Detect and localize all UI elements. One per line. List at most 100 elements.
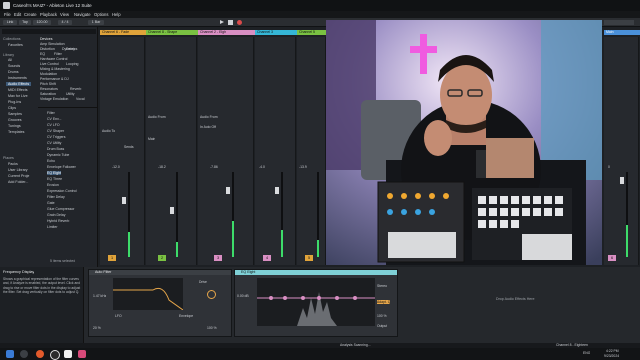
volume-readout[interactable]: 0: [608, 165, 610, 169]
list-item-selected[interactable]: EQ Eight: [47, 171, 62, 175]
volume-readout[interactable]: -13.9: [299, 165, 307, 169]
menu-edit[interactable]: Edit: [14, 11, 21, 18]
category-item[interactable]: Looping: [66, 62, 78, 66]
sidebar-item-user-library[interactable]: User Library: [8, 168, 28, 172]
sidebar-item-max-for-live[interactable]: Max for Live: [8, 94, 28, 98]
track-number[interactable]: 3: [214, 255, 222, 261]
sidebar-item-favorites[interactable]: Favorites: [8, 43, 23, 47]
sidebar-item-clips[interactable]: Clips: [8, 106, 16, 110]
filter-display[interactable]: [113, 278, 183, 310]
list-item[interactable]: CV Shaper: [47, 129, 64, 133]
menu-navigate[interactable]: Navigate: [74, 11, 91, 18]
category-item[interactable]: Dynamics: [62, 47, 77, 51]
menu-options[interactable]: Options: [94, 11, 108, 18]
play-icon[interactable]: [220, 20, 224, 24]
frequency-readout[interactable]: 1.47 kHz: [93, 294, 106, 298]
scale-readout[interactable]: 100 %: [377, 314, 387, 318]
menu-file[interactable]: File: [4, 11, 11, 18]
category-item[interactable]: Filter: [54, 52, 62, 56]
track-header-3[interactable]: Channel 2 - Elgh: [198, 30, 255, 35]
list-item[interactable]: Filter: [47, 111, 55, 115]
list-item[interactable]: Gate: [47, 201, 55, 205]
drive-knob[interactable]: [207, 290, 216, 299]
time-signature[interactable]: 4 / 4: [58, 20, 72, 25]
sidebar-item-tunings[interactable]: Tunings: [8, 124, 21, 128]
volume-fader[interactable]: [275, 187, 279, 194]
monitor-label[interactable]: In Auto Off: [200, 125, 216, 129]
browser-search-input[interactable]: [2, 29, 96, 34]
stop-icon[interactable]: [228, 20, 233, 25]
quantize-menu[interactable]: 1 Bar: [88, 20, 104, 25]
track-number[interactable]: 1: [108, 255, 116, 261]
list-item[interactable]: CV LFO: [47, 123, 60, 127]
category-item[interactable]: Distortion: [40, 47, 55, 51]
category-devices[interactable]: Devices: [40, 37, 52, 41]
category-item[interactable]: Pitch Shift: [40, 82, 56, 86]
track-number[interactable]: 5: [305, 255, 313, 261]
track-header-1[interactable]: Channel 6 - Fade: [100, 30, 146, 35]
browser-icon[interactable]: [36, 350, 44, 358]
menu-playback[interactable]: Playback: [40, 11, 57, 18]
category-item[interactable]: Amp Simulation: [40, 42, 65, 46]
sidebar-item-drums[interactable]: Drums: [8, 70, 19, 74]
track-number[interactable]: 6: [608, 255, 616, 261]
tempo-field[interactable]: 120.00: [33, 20, 51, 25]
sidebar-item-add-folder[interactable]: Add Folder...: [8, 180, 28, 184]
volume-readout[interactable]: -4.0: [259, 165, 265, 169]
sidebar-item-all[interactable]: All: [8, 58, 12, 62]
search-icon[interactable]: [20, 350, 28, 358]
volume-fader[interactable]: [620, 177, 624, 184]
obs-icon[interactable]: [50, 350, 60, 360]
sidebar-item-instruments[interactable]: Instruments: [8, 76, 27, 80]
start-icon[interactable]: [6, 350, 14, 358]
volume-fader[interactable]: [170, 207, 174, 214]
list-item[interactable]: Envelope Follower: [47, 165, 76, 169]
track-number[interactable]: 2: [158, 255, 166, 261]
clock-date[interactable]: 9/23/2024: [604, 354, 619, 358]
category-item[interactable]: Utility: [66, 92, 75, 96]
list-item[interactable]: Dynamic Tube: [47, 153, 69, 157]
list-item[interactable]: Glue Compressor: [47, 207, 74, 211]
adapt-q-toggle[interactable]: Adapt. Q: [377, 300, 391, 304]
list-item[interactable]: CV Utility: [47, 141, 61, 145]
menu-help[interactable]: Help: [112, 11, 121, 18]
menu-view[interactable]: View: [60, 11, 69, 18]
category-item[interactable]: Mixing & Mastering: [40, 67, 70, 71]
list-item[interactable]: CV Triggers: [47, 135, 65, 139]
volume-fader[interactable]: [122, 197, 126, 204]
mix-readout[interactable]: 100 %: [207, 326, 217, 330]
category-item[interactable]: Vintage Emulation: [40, 97, 68, 101]
main-output[interactable]: Main: [148, 137, 155, 141]
category-item[interactable]: Vocal: [76, 97, 85, 101]
music-icon[interactable]: [78, 350, 86, 358]
track-header-2[interactable]: Channel 8 - Shape: [146, 30, 198, 35]
sidebar-item-grooves[interactable]: Grooves: [8, 118, 22, 122]
list-item[interactable]: Limiter: [47, 225, 58, 229]
list-item[interactable]: Erosion: [47, 183, 59, 187]
resonance-readout[interactable]: 20 %: [93, 326, 101, 330]
category-item[interactable]: Performance & DJ: [40, 77, 69, 81]
sidebar-item-current-project[interactable]: Current Proje: [8, 174, 29, 178]
list-item[interactable]: Drum Buss: [47, 147, 64, 151]
track-header-5[interactable]: Channel 5: [297, 30, 327, 35]
category-item[interactable]: Resonators: [40, 87, 58, 91]
sidebar-item-samples[interactable]: Samples: [8, 112, 22, 116]
volume-readout[interactable]: -12.0: [112, 165, 120, 169]
clock-time[interactable]: 4:22 PM: [606, 349, 619, 353]
list-item[interactable]: Echo: [47, 159, 55, 163]
sidebar-item-midi-effects[interactable]: MIDI Effects: [8, 88, 28, 92]
volume-readout[interactable]: -7.86: [210, 165, 218, 169]
link-button[interactable]: Link: [3, 20, 17, 25]
device-title[interactable]: EQ Eight: [235, 270, 397, 275]
track-header-4[interactable]: Channel 3: [255, 30, 297, 35]
volume-readout[interactable]: -18.2: [158, 165, 166, 169]
track-header-main[interactable]: Main: [604, 30, 640, 35]
sidebar-item-packs[interactable]: Packs: [8, 162, 18, 166]
category-item[interactable]: Modulation: [40, 72, 57, 76]
category-item[interactable]: Hardware Control: [40, 57, 67, 61]
list-item[interactable]: CV Env...: [47, 117, 62, 121]
device-title[interactable]: Auto Filter: [89, 270, 231, 275]
category-item[interactable]: Saturation: [40, 92, 56, 96]
sidebar-item-templates[interactable]: Templates: [8, 130, 24, 134]
tap-button[interactable]: Tap: [19, 20, 31, 25]
